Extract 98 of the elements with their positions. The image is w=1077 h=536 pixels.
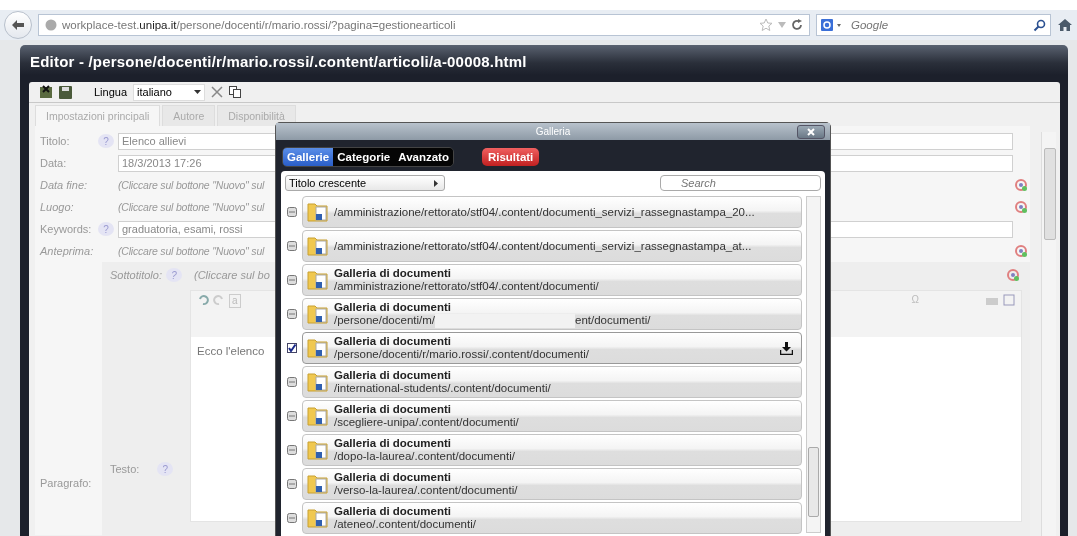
gallery-path: /persone/docenti/r/mario.rossi/.content/documenti/ <box>334 348 590 361</box>
field-label: Data: <box>40 157 68 169</box>
checkbox[interactable] <box>287 377 297 387</box>
sort-dropdown[interactable]: Titolo crescente <box>285 175 445 191</box>
editor-text: Ecco l'elenco <box>197 345 265 357</box>
folder-icon <box>307 371 331 393</box>
field-label: Sottotitolo: <box>110 269 162 281</box>
checkbox[interactable] <box>287 445 297 455</box>
folder-icon <box>307 235 331 257</box>
folder-icon <box>307 303 331 325</box>
folder-icon <box>307 473 331 495</box>
checkbox[interactable] <box>287 479 297 489</box>
gallery-path: /amministrazione/rettorato/stf04/.content/documenti_servizi_rassegnastampa_20... <box>334 205 755 219</box>
tab[interactable]: Categorie <box>333 148 395 166</box>
gallery-path: ent/documenti/ <box>575 314 651 327</box>
checkbox[interactable] <box>287 411 297 421</box>
tab[interactable]: Gallerie <box>283 148 334 166</box>
folder-icon <box>307 269 331 291</box>
download-icon[interactable] <box>780 342 793 355</box>
language-label: Lingua <box>94 86 128 98</box>
gallery-item[interactable]: Galleria di documenti /persone/docenti/m/ ent/documenti/ <box>302 298 802 330</box>
gallery-path: /amministrazione/rettorato/stf04/.content/documenti_servizi_rassegnastampa_at... <box>334 239 752 253</box>
gallery-title: Galleria di documenti <box>334 300 452 314</box>
gallery-title: Galleria di documenti <box>334 369 452 382</box>
back-button[interactable] <box>4 11 32 39</box>
gallery-path: /persone/docenti/m/ <box>334 314 435 327</box>
save-icon[interactable] <box>59 85 72 99</box>
dialog-title: Galleria <box>535 126 571 137</box>
checkbox[interactable] <box>287 309 297 319</box>
results-button[interactable]: Risultati <box>481 148 540 166</box>
gallery-path: /ateneo/.content/documenti/ <box>334 518 476 531</box>
field-label: Paragrafo: <box>39 476 93 491</box>
field-hint: (Cliccare sul bottone "Nuovo" sul <box>118 245 265 257</box>
field-label: Anteprima: <box>40 245 95 257</box>
gallery-item[interactable]: Galleria di documenti /persone/docenti/r/mario.rossi/.content/documenti/ <box>302 332 802 364</box>
field-label: Testo: <box>110 463 140 475</box>
language-select[interactable]: italiano <box>133 83 206 101</box>
gallery-title: Galleria di documenti <box>334 505 452 518</box>
ring-icon[interactable] <box>1014 200 1028 214</box>
folder-icon <box>307 507 331 529</box>
save-close-icon[interactable] <box>39 85 53 99</box>
checkbox[interactable] <box>287 513 297 523</box>
field-label: Keywords: <box>40 223 93 235</box>
folder-icon <box>307 337 331 359</box>
checkbox[interactable] <box>287 207 297 217</box>
ring-icon[interactable] <box>1014 244 1028 258</box>
checkbox[interactable] <box>287 343 297 353</box>
address-bar[interactable]: workplace-test.unipa.it/persone/docenti/r/mario.rossi/?pagina=gestionearticoli <box>38 14 810 36</box>
gallery-title: Galleria di documenti <box>334 335 452 348</box>
gallery-title: Galleria di documenti <box>334 403 452 416</box>
url-text: workplace-test.unipa.it/persone/docenti/r/mario.rossi/?pagina=gestionearticoli <box>62 19 457 31</box>
gallery-title: Galleria di documenti <box>334 437 452 450</box>
gallery-title: Galleria di documenti <box>334 267 452 280</box>
copy-icon[interactable] <box>229 86 242 98</box>
gallery-item[interactable]: Galleria di documenti /dopo-la-laurea/.content/documenti/ <box>302 434 802 466</box>
close-icon[interactable] <box>211 86 224 98</box>
field-hint: (Cliccare sul bo <box>194 269 270 281</box>
field-hint: (Cliccare sul bottone "Nuovo" sul <box>118 201 265 213</box>
folder-icon <box>307 405 331 427</box>
undo-icon[interactable] <box>197 294 209 306</box>
field-label: Data fine: <box>40 179 89 191</box>
search-icon[interactable] <box>1033 18 1046 32</box>
folder-icon <box>307 439 331 461</box>
gallery-item[interactable]: Galleria di documenti /amministrazione/rettorato/stf04/.content/documenti/ <box>302 264 802 296</box>
gallery-item[interactable]: Galleria di documenti /verso-la-laurea/.content/documenti/ <box>302 468 802 500</box>
scrollbar[interactable] <box>1041 132 1056 536</box>
folder-icon <box>307 201 331 223</box>
search-field[interactable]: Google <box>816 14 1051 36</box>
checkbox[interactable] <box>287 275 297 285</box>
home-icon[interactable] <box>1057 18 1073 32</box>
search-field[interactable]: Search <box>660 175 821 191</box>
star-icon[interactable] <box>759 18 773 32</box>
caret-icon <box>434 179 438 187</box>
close-icon <box>807 128 815 136</box>
gallery-item[interactable]: Galleria di documenti /ateneo/.content/documenti/ <box>302 502 802 534</box>
gallery-item[interactable]: /amministrazione/rettorato/stf04/.content/documenti_servizi_rassegnastampa_20... <box>302 196 802 228</box>
scrollbar[interactable] <box>806 196 821 533</box>
field-hint: (Cliccare sul bottone "Nuovo" sul <box>118 179 265 191</box>
back-arrow-icon <box>11 19 25 31</box>
close-button[interactable] <box>797 125 825 139</box>
gallery-item[interactable]: Galleria di documenti /scegliere-unipa/.content/documenti/ <box>302 400 802 432</box>
field-label: Luogo: <box>40 201 75 213</box>
window-title: Editor - /persone/docenti/r/mario.rossi/.content/articoli/a-00008.html <box>29 52 528 72</box>
field-label: Titolo: <box>40 135 71 147</box>
gallery-path: /scegliere-unipa/.content/documenti/ <box>334 416 519 429</box>
reload-icon[interactable] <box>791 19 803 31</box>
gallery-path: /international-students/.content/documenti/ <box>334 382 551 395</box>
ring-icon[interactable] <box>1014 178 1028 192</box>
gallery-item[interactable]: /amministrazione/rettorato/stf04/.content/documenti_servizi_rassegnastampa_at... <box>302 230 802 262</box>
gallery-title: Galleria di documenti <box>334 471 452 484</box>
ring-icon[interactable] <box>1006 268 1020 282</box>
gallery-path: /verso-la-laurea/.content/documenti/ <box>334 484 518 497</box>
gallery-path: /amministrazione/rettorato/stf04/.content/documenti/ <box>334 280 599 293</box>
caret-icon <box>194 90 202 94</box>
checkbox[interactable] <box>287 241 297 251</box>
gallery-item[interactable]: Galleria di documenti /international-students/.content/documenti/ <box>302 366 802 398</box>
tab[interactable]: Avanzato <box>394 148 453 166</box>
gallery-path: /dopo-la-laurea/.content/documenti/ <box>334 450 515 463</box>
